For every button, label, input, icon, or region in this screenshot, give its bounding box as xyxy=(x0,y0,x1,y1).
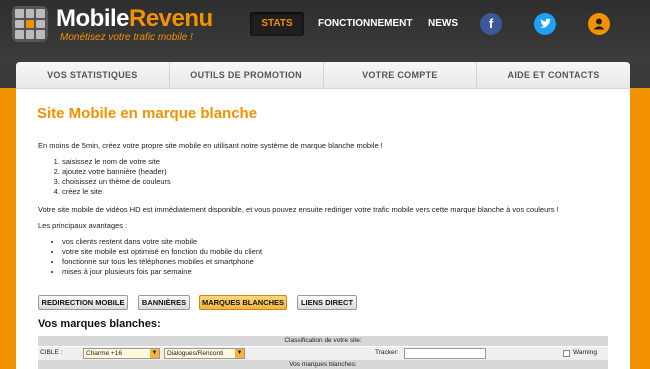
warning-checkbox[interactable] xyxy=(563,350,570,357)
category-select[interactable]: Dialogues/Renconti ▼ xyxy=(164,348,245,359)
list-item: vos clients restent dans votre site mobi… xyxy=(62,237,262,247)
logo-wordmark[interactable]: MobileRevenu xyxy=(56,5,213,33)
main-panel: VOS STATISTIQUES OUTILS DE PROMOTION VOT… xyxy=(16,62,630,369)
tab-outils-de-promotion[interactable]: OUTILS DE PROMOTION xyxy=(170,62,324,88)
chevron-down-icon: ▼ xyxy=(150,349,159,358)
list-item: ajoutez votre bannière (header) xyxy=(62,167,171,177)
steps-list: saisissez le nom de votre site ajoutez v… xyxy=(62,157,171,197)
list-item: créez le site xyxy=(62,187,171,197)
marques-blanches-button[interactable]: MARQUES BLANCHES xyxy=(199,295,287,310)
tab-votre-compte[interactable]: VOTRE COMPTE xyxy=(324,62,478,88)
bannieres-button[interactable]: BANNIÈRES xyxy=(138,295,190,310)
section-title: Vos marques blanches: xyxy=(38,318,161,330)
list-item: votre site mobile est optimisé en foncti… xyxy=(62,247,262,257)
warning-label: Warning xyxy=(573,349,597,356)
tab-vos-statistiques[interactable]: VOS STATISTIQUES xyxy=(16,62,170,88)
section-tabs: VOS STATISTIQUES OUTILS DE PROMOTION VOT… xyxy=(16,62,630,89)
facebook-icon[interactable]: f xyxy=(480,13,502,35)
advantages-heading: Les principaux avantages : xyxy=(38,221,128,230)
advantages-list: vos clients restent dans votre site mobi… xyxy=(62,237,262,277)
list-item: mises à jour plusieurs fois par semaine xyxy=(62,267,262,277)
cible-select[interactable]: Charme +16 ▼ xyxy=(83,348,160,359)
orange-band-left xyxy=(0,88,16,369)
list-item: choisissez un thème de couleurs xyxy=(62,177,171,187)
redirection-mobile-button[interactable]: REDIRECTION MOBILE xyxy=(38,295,128,310)
list-header: Vos marques blanches: xyxy=(38,360,608,369)
intro-text: En moins de 5min, créez votre propre sit… xyxy=(38,141,383,150)
page-title: Site Mobile en marque blanche xyxy=(37,105,258,122)
list-item: fonctionne sur tous les téléphones mobil… xyxy=(62,257,262,267)
logo-tagline: Monétisez votre trafic mobile ! xyxy=(60,32,193,43)
classification-header: Classification de votre site: xyxy=(38,336,608,346)
nav-news[interactable]: NEWS xyxy=(426,12,460,36)
liens-direct-button[interactable]: LIENS DIRECT xyxy=(297,295,357,310)
user-icon[interactable] xyxy=(588,13,610,35)
tracker-input[interactable] xyxy=(404,348,486,359)
tracker-label: Tracker: xyxy=(375,349,399,356)
logo-grid-icon[interactable] xyxy=(12,6,48,42)
cible-label: CIBLE : xyxy=(40,349,63,356)
nav-stats[interactable]: STATS xyxy=(250,12,304,36)
list-item: saisissez le nom de votre site xyxy=(62,157,171,167)
classification-row: CIBLE : Charme +16 ▼ Dialogues/Renconti … xyxy=(38,347,608,360)
twitter-icon[interactable] xyxy=(534,13,556,35)
nav-fonctionnement[interactable]: FONCTIONNEMENT xyxy=(318,12,412,36)
orange-band-right xyxy=(630,88,650,369)
chevron-down-icon: ▼ xyxy=(235,349,244,358)
site-header: MobileRevenu Monétisez votre trafic mobi… xyxy=(0,0,650,62)
tab-aide-et-contacts[interactable]: AIDE ET CONTACTS xyxy=(477,62,630,88)
availability-text: Votre site mobile de vidéos HD est imméd… xyxy=(38,205,559,214)
